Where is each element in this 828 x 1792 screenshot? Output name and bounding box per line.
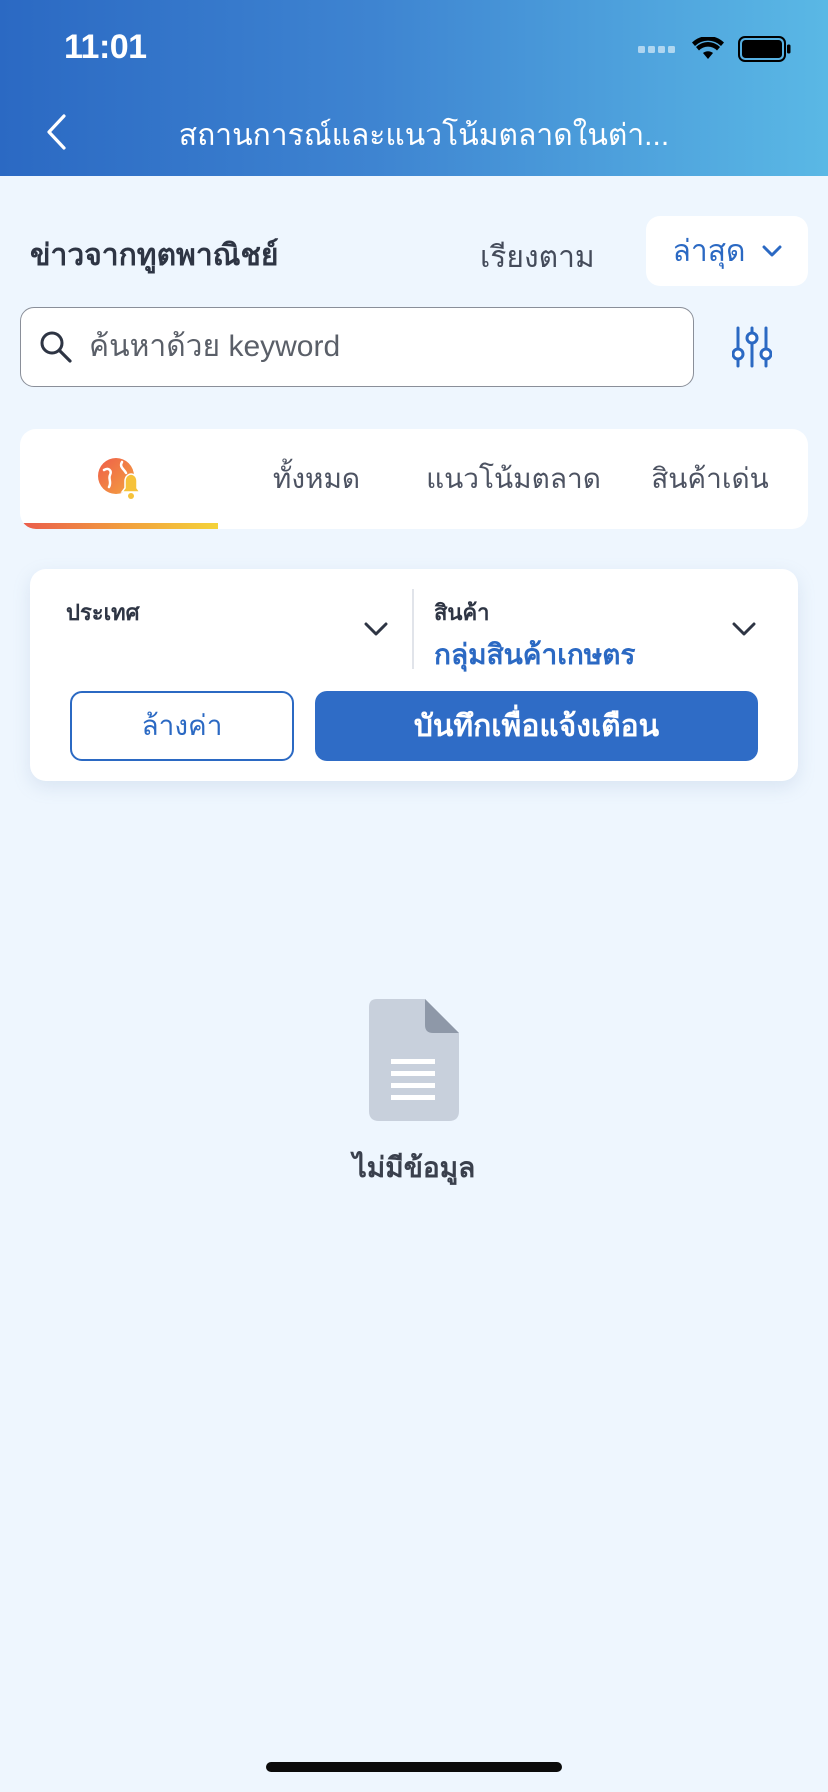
home-indicator xyxy=(266,1762,562,1772)
sort-label: เรียงตาม xyxy=(480,241,595,274)
back-button[interactable] xyxy=(34,108,78,156)
sort-value: ล่าสุด xyxy=(672,234,746,268)
app-header: 11:01 สถานการณ์และแนวโน้มตลาดในต่า... xyxy=(0,0,828,176)
tab-all[interactable]: ทั้งหมด xyxy=(218,429,415,529)
empty-state-text: ไม่มีข้อมูล xyxy=(352,1152,476,1183)
product-select[interactable]: สินค้า กลุ่มสินค้าเกษตร xyxy=(414,569,798,679)
tab-alert[interactable] xyxy=(20,429,218,529)
chevron-down-icon xyxy=(364,622,388,636)
country-label: ประเทศ xyxy=(66,600,140,625)
page-title: สถานการณ์และแนวโน้มตลาดในต่า... xyxy=(178,119,670,152)
signal-icon xyxy=(638,42,678,60)
tab-active-indicator xyxy=(20,523,218,529)
search-icon xyxy=(39,330,75,366)
chevron-down-icon xyxy=(732,622,756,636)
battery-icon xyxy=(738,35,792,67)
status-time: 11:01 xyxy=(64,28,147,66)
country-select[interactable]: ประเทศ xyxy=(30,569,410,679)
section-title: ข่าวจากทูตพาณิชย์ xyxy=(30,239,279,272)
search-input[interactable] xyxy=(89,308,679,386)
status-icons xyxy=(638,35,792,67)
globe-bell-icon xyxy=(98,458,142,499)
save-notify-button[interactable]: บันทึกเพื่อแจ้งเตือน xyxy=(315,691,758,761)
sliders-icon xyxy=(731,326,773,368)
filter-card: ประเทศ สินค้า กลุ่มสินค้าเกษตร ล้างค่า บ… xyxy=(30,569,798,781)
document-icon xyxy=(369,999,459,1121)
product-label: สินค้า xyxy=(434,600,490,625)
category-tabs: ทั้งหมด แนวโน้มตลาด สินค้าเด่น xyxy=(20,429,808,529)
wifi-icon xyxy=(692,35,724,66)
sort-dropdown[interactable]: ล่าสุด xyxy=(646,216,808,286)
search-box xyxy=(20,307,694,387)
chevron-left-icon xyxy=(47,114,66,150)
tab-featured-products[interactable]: สินค้าเด่น xyxy=(612,429,808,529)
filter-settings-button[interactable] xyxy=(731,326,773,368)
clear-button[interactable]: ล้างค่า xyxy=(70,691,294,761)
screen: 11:01 สถานการณ์และแนวโน้มตลาดในต่า... ข่… xyxy=(0,0,828,1792)
tab-market-trend[interactable]: แนวโน้มตลาด xyxy=(415,429,612,529)
chevron-down-icon xyxy=(762,245,782,257)
product-value: กลุ่มสินค้าเกษตร xyxy=(434,639,636,670)
